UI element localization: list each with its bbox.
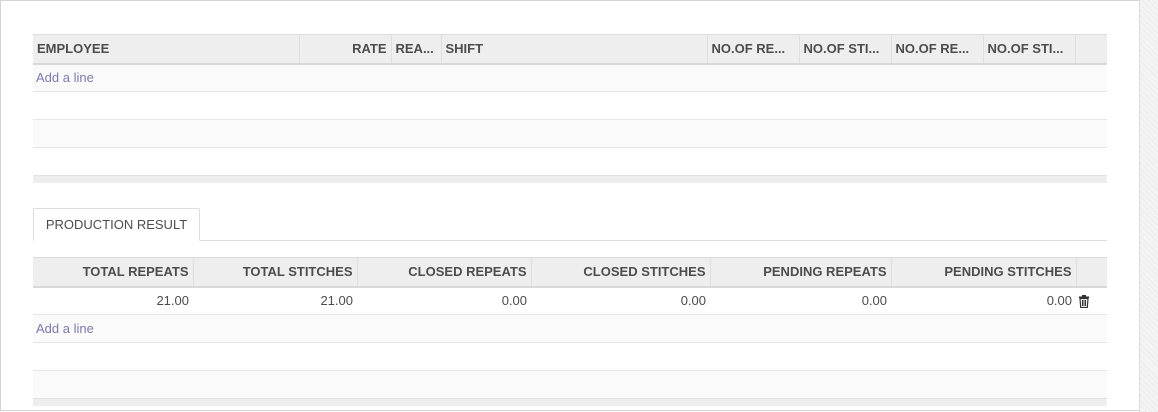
- cell-total-repeats[interactable]: 21.00: [33, 286, 193, 315]
- col-shift[interactable]: SHIFT: [441, 34, 708, 65]
- col-no-of-stitches-2[interactable]: NO.OF STI...: [983, 34, 1076, 65]
- empty-row: [33, 370, 1107, 399]
- table-row[interactable]: 21.00 21.00 0.00 0.00 0.00 0.00: [33, 286, 1107, 315]
- col-rate[interactable]: RATE: [299, 34, 392, 65]
- col-no-of-stitches[interactable]: NO.OF STI...: [799, 34, 892, 65]
- trash-icon[interactable]: [1078, 295, 1090, 309]
- production-result-table: TOTAL REPEATS TOTAL STITCHES CLOSED REPE…: [33, 257, 1107, 399]
- employee-table: EMPLOYEE RATE REA... SHIFT NO.OF RE... N…: [33, 34, 1107, 176]
- result-table-footer: [33, 398, 1107, 406]
- col-pending-stitches[interactable]: PENDING STITCHES: [891, 257, 1077, 288]
- col-no-of-repeats-2[interactable]: NO.OF RE...: [891, 34, 984, 65]
- notebook-tabs: PRODUCTION RESULT: [33, 208, 1107, 241]
- add-line-link[interactable]: Add a line: [33, 70, 94, 85]
- empty-row: [33, 342, 1107, 371]
- col-pending-repeats[interactable]: PENDING REPEATS: [710, 257, 892, 288]
- scroll-gutter[interactable]: [1139, 0, 1158, 412]
- col-employee[interactable]: EMPLOYEE: [33, 34, 300, 65]
- tab-production-result[interactable]: PRODUCTION RESULT: [33, 208, 200, 241]
- employee-table-footer: [33, 175, 1107, 183]
- cell-total-stitches[interactable]: 21.00: [193, 286, 357, 315]
- col-closed-repeats[interactable]: CLOSED REPEATS: [357, 257, 532, 288]
- empty-row: [33, 147, 1107, 176]
- delete-cell: [1076, 286, 1107, 315]
- col-total-stitches[interactable]: TOTAL STITCHES: [193, 257, 358, 288]
- cell-closed-repeats[interactable]: 0.00: [357, 286, 531, 315]
- col-total-repeats[interactable]: TOTAL REPEATS: [33, 257, 194, 288]
- empty-row: [33, 91, 1107, 120]
- cell-closed-stitches[interactable]: 0.00: [531, 286, 710, 315]
- empty-row: [33, 119, 1107, 148]
- result-table-header: TOTAL REPEATS TOTAL STITCHES CLOSED REPE…: [33, 257, 1107, 288]
- col-reason[interactable]: REA...: [391, 34, 442, 65]
- col-actions: [1075, 34, 1107, 65]
- add-line-link[interactable]: Add a line: [33, 321, 94, 336]
- col-closed-stitches[interactable]: CLOSED STITCHES: [531, 257, 711, 288]
- cell-pending-repeats[interactable]: 0.00: [710, 286, 891, 315]
- add-line-row: Add a line: [33, 63, 1107, 92]
- add-line-row: Add a line: [33, 314, 1107, 343]
- col-no-of-repeats[interactable]: NO.OF RE...: [707, 34, 800, 65]
- cell-pending-stitches[interactable]: 0.00: [891, 286, 1076, 315]
- employee-table-header: EMPLOYEE RATE REA... SHIFT NO.OF RE... N…: [33, 34, 1107, 65]
- col-actions: [1076, 257, 1107, 288]
